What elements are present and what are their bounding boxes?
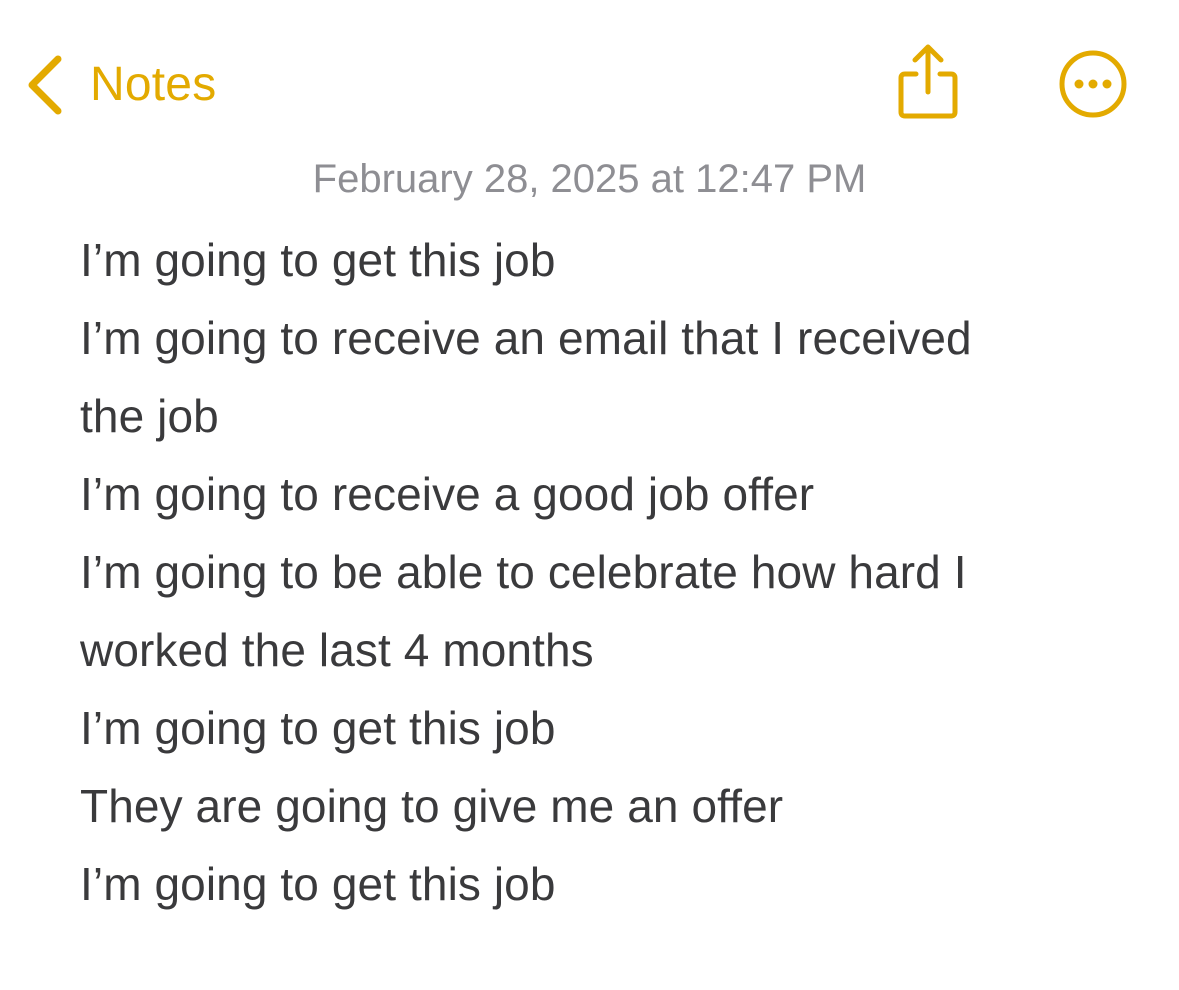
note-line: I’m going to get this job	[80, 702, 556, 754]
chevron-left-icon	[28, 55, 62, 115]
note-line: They are going to give me an offer	[80, 780, 784, 832]
note-line: worked the last 4 months	[80, 624, 594, 676]
back-button-label: Notes	[90, 58, 217, 111]
note-line: I’m going to get this job	[80, 858, 556, 910]
note-timestamp: February 28, 2025 at 12:47 PM	[312, 157, 867, 201]
share-icon	[898, 44, 958, 119]
note-line: the job	[80, 390, 219, 442]
back-button[interactable]: Notes	[22, 52, 216, 118]
more-options-button[interactable]	[1057, 48, 1129, 120]
note-line: I’m going to receive a good job offer	[80, 468, 815, 520]
ellipsis-circle-icon	[1059, 50, 1127, 118]
share-button[interactable]	[893, 42, 963, 122]
note-body[interactable]: I’m going to get this job I’m going to r…	[80, 221, 1140, 923]
note-line: I’m going to be able to celebrate how ha…	[80, 546, 967, 598]
note-line: I’m going to get this job	[80, 234, 556, 286]
note-line: I’m going to receive an email that I rec…	[80, 312, 972, 364]
navigation-bar: Notes	[0, 0, 1179, 150]
